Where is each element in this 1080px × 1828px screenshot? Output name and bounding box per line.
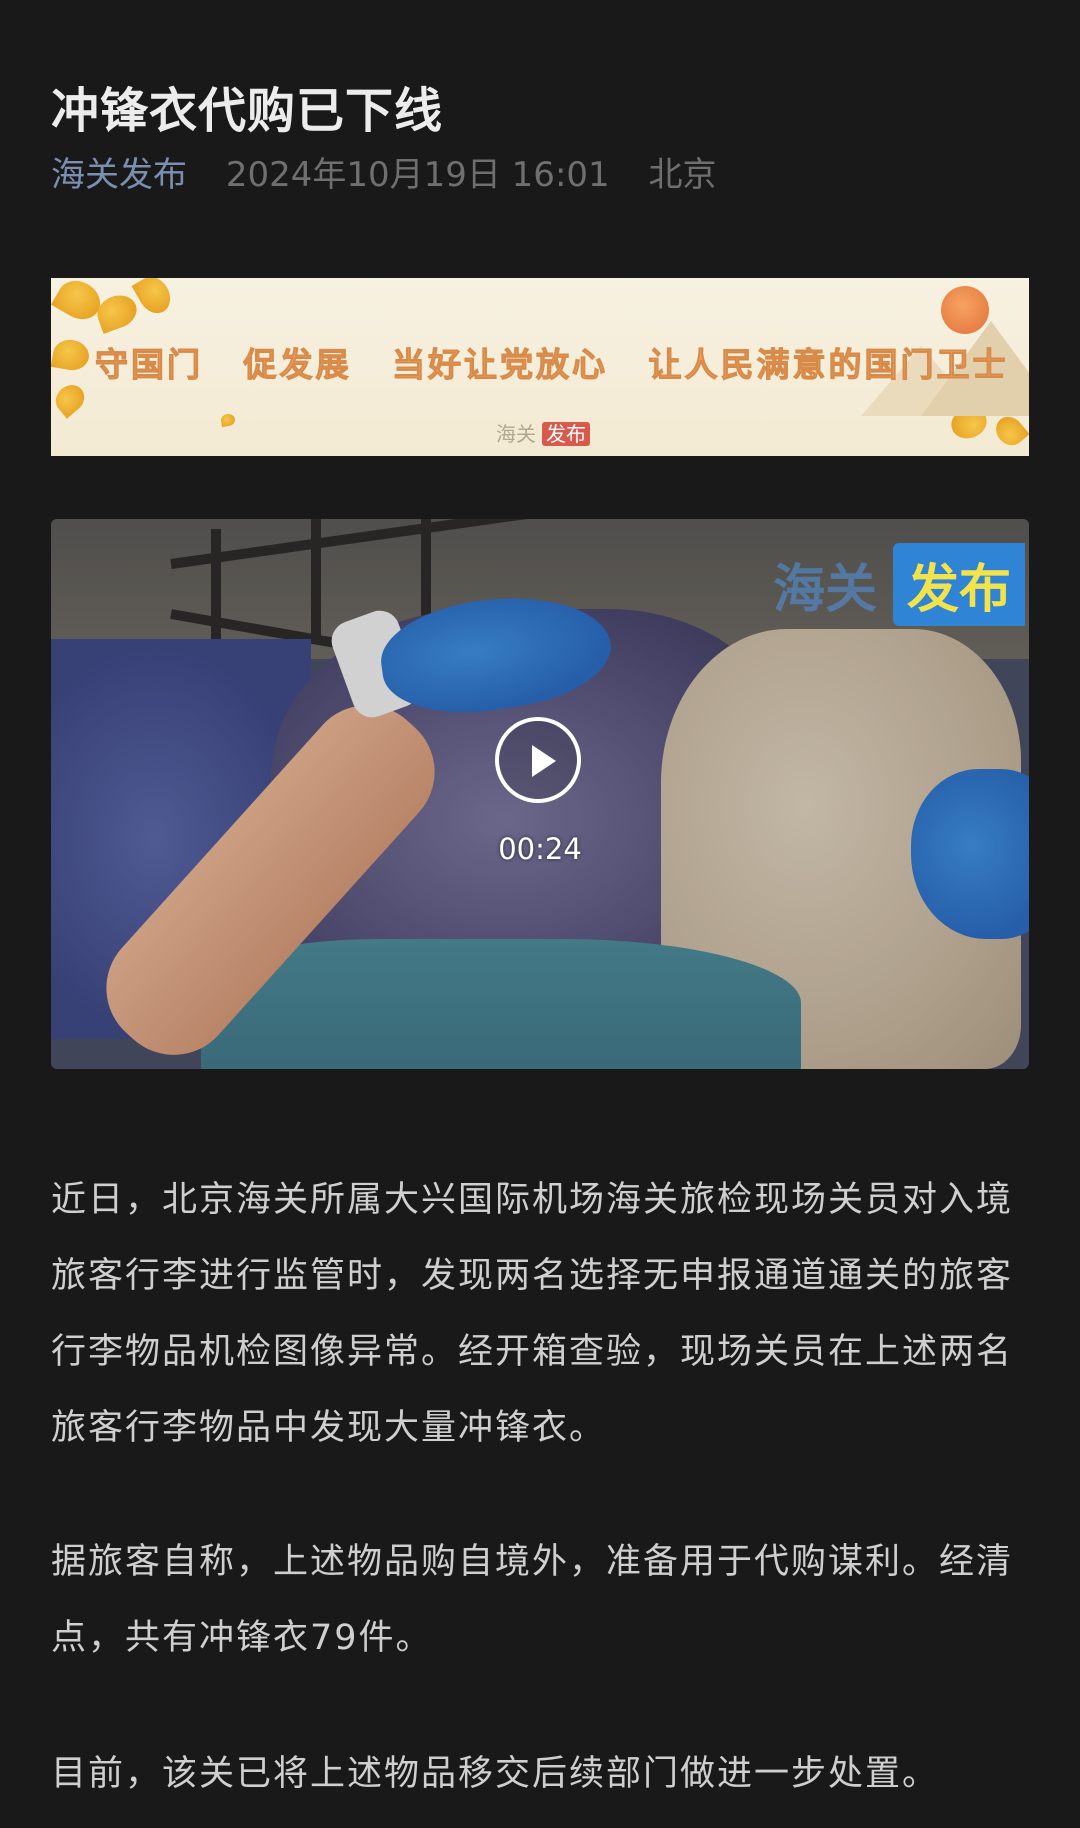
- ginkgo-leaf-decoration: [51, 337, 92, 373]
- video-watermark-left: 海关: [772, 559, 877, 620]
- banner-slogan: 守国门 促发展 当好让党放心 让人民满意的国门卫士: [95, 338, 1007, 386]
- play-icon: [532, 745, 556, 777]
- ginkgo-leaf-decoration: [51, 379, 90, 419]
- video-player[interactable]: 海关 发布 00:24: [51, 519, 1029, 1069]
- article-paragraph: 近日，北京海关所属大兴国际机场海关旅检现场关员对入境旅客行李进行监管时，发现两名…: [51, 1180, 1014, 1448]
- banner-slogan-part: 守国门: [95, 345, 203, 385]
- publish-location: 北京: [648, 155, 717, 195]
- play-button[interactable]: [495, 717, 581, 803]
- article-meta: 海关发布 2024年10月19日 16:01 北京: [51, 150, 716, 200]
- banner-slogan-part: 促发展: [243, 345, 352, 385]
- sun-decoration: [941, 286, 989, 334]
- banner-logo-left: 海关: [496, 422, 536, 446]
- video-duration: 00:24: [498, 832, 582, 866]
- ginkgo-leaf-decoration: [131, 278, 177, 319]
- ginkgo-leaf-decoration: [92, 290, 142, 334]
- slogan-banner-image: 守国门 促发展 当好让党放心 让人民满意的国门卫士 海关 发布: [51, 278, 1029, 456]
- banner-slogan-part: 让人民满意的国门卫士: [648, 345, 1009, 385]
- account-name-link[interactable]: 海关发布: [51, 155, 187, 195]
- article-title: 冲锋衣代购已下线: [51, 83, 444, 140]
- video-watermark: 海关 发布: [772, 542, 1025, 626]
- ginkgo-leaf-decoration: [990, 411, 1029, 451]
- ginkgo-leaf-decoration: [220, 412, 236, 428]
- banner-logo-right: 发布: [542, 422, 590, 446]
- article-paragraph: 据旅客自称，上述物品购自境外，准备用于代购谋利。经清点，共有冲锋衣79件。: [51, 1542, 1014, 1658]
- video-watermark-right: 发布: [892, 542, 1025, 626]
- publish-date: 2024年10月19日 16:01: [225, 155, 610, 195]
- article-paragraph: 目前，该关已将上述物品移交后续部门做进一步处置。: [51, 1754, 940, 1794]
- banner-slogan-part: 当好让党放心: [392, 345, 608, 385]
- banner-logo: 海关 发布: [496, 418, 590, 447]
